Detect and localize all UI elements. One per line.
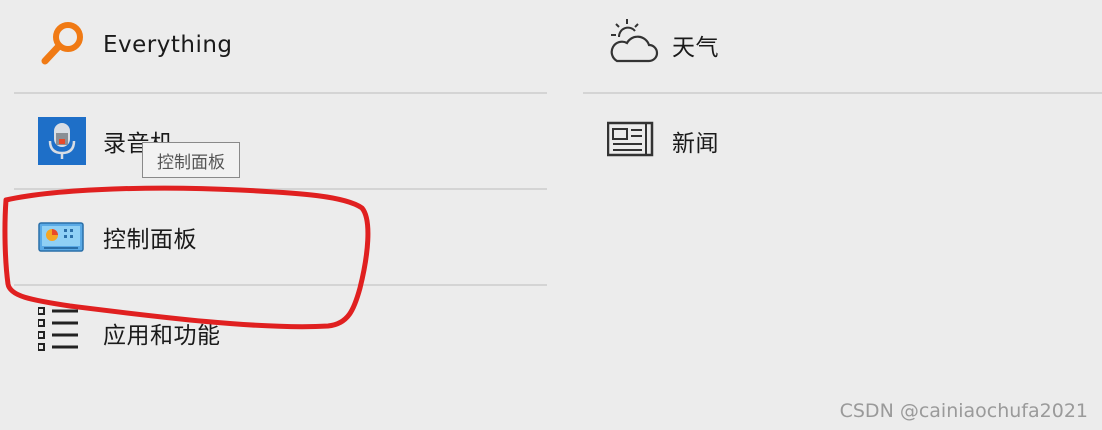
voice-recorder-icon <box>38 111 94 167</box>
result-label: 天气 <box>672 35 719 61</box>
result-label: Everything <box>103 32 233 58</box>
everything-search-icon <box>38 15 94 71</box>
divider <box>583 92 1102 94</box>
control-panel-icon <box>38 207 94 263</box>
apps-and-features-icon <box>37 303 94 359</box>
result-label: 应用和功能 <box>103 323 221 349</box>
result-label: 控制面板 <box>103 227 197 253</box>
result-weather[interactable]: 天气 <box>607 15 1087 75</box>
divider <box>14 92 547 94</box>
divider <box>14 188 547 190</box>
result-voice-recorder[interactable]: 录音机 <box>38 111 546 171</box>
divider <box>14 284 547 286</box>
weather-icon <box>607 15 663 71</box>
news-icon <box>606 111 663 167</box>
result-control-panel[interactable]: 控制面板 <box>38 207 546 267</box>
result-news[interactable]: 新闻 <box>606 111 1087 171</box>
tooltip: 控制面板 <box>142 142 240 178</box>
result-apps-and-features[interactable]: 应用和功能 <box>37 303 546 363</box>
result-label: 新闻 <box>672 131 719 157</box>
watermark: CSDN @cainiaochufa2021 <box>839 400 1088 422</box>
result-everything[interactable]: Everything <box>38 15 546 75</box>
